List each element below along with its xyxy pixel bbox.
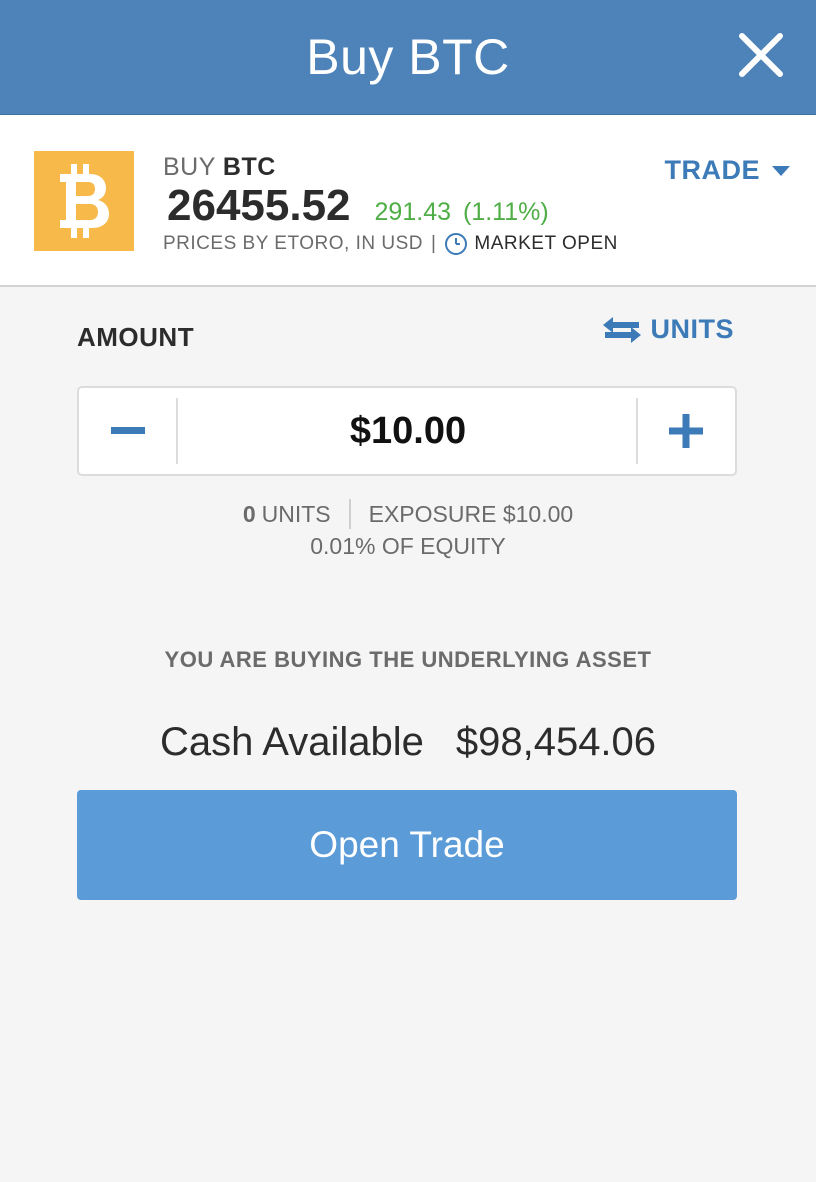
units-label: UNITS <box>261 500 331 527</box>
price-change: 291.43 <box>374 198 451 226</box>
info-divider <box>348 499 351 529</box>
meta-separator: | <box>430 233 437 254</box>
price-row: 26455.52 291.43 (1.11%) <box>167 181 549 231</box>
stepper-divider <box>176 398 178 464</box>
cash-available: Cash Available $98,454.06 <box>0 720 816 765</box>
trade-side: BUY <box>163 153 216 181</box>
exposure: EXPOSURE $10.00 <box>368 500 574 527</box>
instrument-panel: BUY BTC 26455.52 291.43 (1.11%) PRICES B… <box>0 115 816 287</box>
trade-dropdown-label: TRADE <box>664 155 760 185</box>
amount-stepper <box>77 386 737 476</box>
bitcoin-icon <box>34 151 134 251</box>
prices-source: PRICES BY ETORO, IN USD <box>163 233 423 254</box>
open-trade-button[interactable]: Open Trade <box>77 790 737 900</box>
trade-dropdown[interactable]: TRADE <box>664 155 790 186</box>
instrument-name: BUY BTC <box>163 153 276 182</box>
caret-down-icon <box>772 165 790 176</box>
cash-available-label: Cash Available <box>159 720 424 764</box>
units-count: 0 <box>242 500 256 527</box>
current-price: 26455.52 <box>167 181 351 230</box>
amount-input[interactable] <box>179 388 637 474</box>
close-icon[interactable] <box>736 30 786 80</box>
units-toggle-label: UNITS <box>650 314 734 344</box>
units-toggle[interactable]: UNITS <box>602 314 735 345</box>
price-change-percent: (1.11%) <box>463 198 549 226</box>
swap-arrows-icon <box>602 315 641 345</box>
cash-available-value: $98,454.06 <box>455 720 657 764</box>
price-meta: PRICES BY ETORO, IN USD | MARKET OPEN <box>163 232 618 256</box>
instrument-symbol: BTC <box>222 153 276 181</box>
modal-header: Buy BTC <box>0 0 816 115</box>
equity-percent: 0.01% OF EQUITY <box>310 533 506 559</box>
amount-label: AMOUNT <box>77 322 195 352</box>
clock-icon <box>444 232 468 256</box>
modal-title: Buy BTC <box>306 29 510 85</box>
underlying-asset-note: YOU ARE BUYING THE UNDERLYING ASSET <box>164 647 652 672</box>
plus-icon <box>669 414 703 448</box>
minus-icon <box>111 427 145 434</box>
decrease-button[interactable] <box>79 388 177 474</box>
increase-button[interactable] <box>637 388 735 474</box>
units-info: 0 UNITS EXPOSURE $10.00 <box>0 499 816 529</box>
market-status: MARKET OPEN <box>474 233 618 254</box>
